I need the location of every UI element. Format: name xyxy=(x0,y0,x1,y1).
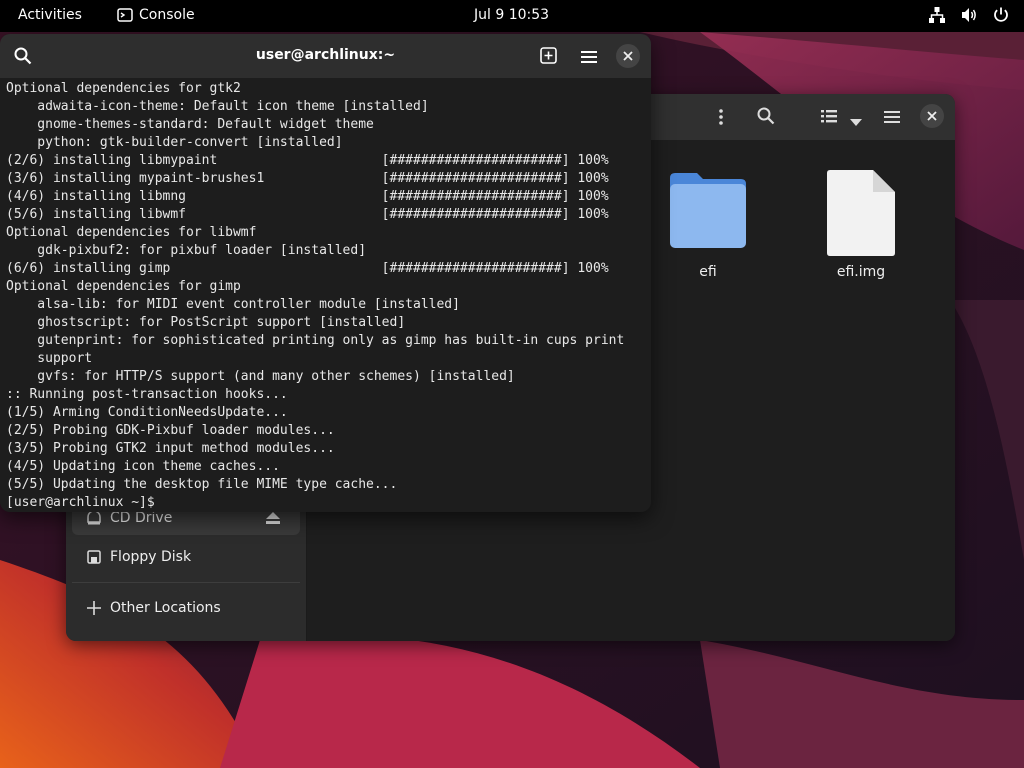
terminal-line: adwaita-icon-theme: Default icon theme [… xyxy=(6,99,429,114)
activities-button[interactable]: Activities xyxy=(18,7,82,23)
close-icon xyxy=(920,104,944,128)
terminal-line: (4/5) Updating icon theme caches... xyxy=(6,459,280,474)
terminal-line: [user@archlinux ~]$ xyxy=(6,495,163,510)
terminal-line: (4/6) installing libmng [###############… xyxy=(6,189,609,204)
app-menu-button[interactable]: Console xyxy=(117,7,195,23)
file-name: efi.img xyxy=(836,264,886,280)
terminal-line: (2/6) installing libmypaint [###########… xyxy=(6,153,609,168)
terminal-window[interactable]: user@archlinux:~ Optional dependencies f… xyxy=(0,34,651,512)
chevron-down-icon xyxy=(850,119,862,126)
hamburger-icon xyxy=(884,111,900,123)
eject-icon[interactable] xyxy=(266,512,280,524)
terminal-line: (5/5) Updating the desktop file MIME typ… xyxy=(6,477,398,492)
terminal-line: gvfs: for HTTP/S support (and many other… xyxy=(6,369,515,384)
sidebar-item-label: CD Drive xyxy=(110,510,173,526)
terminal-line: Optional dependencies for gimp xyxy=(6,279,241,294)
terminal-line: gdk-pixbuf2: for pixbuf loader [installe… xyxy=(6,243,367,258)
file-item-efi-folder[interactable]: efi xyxy=(663,170,753,280)
close-icon xyxy=(616,44,640,68)
clock-button[interactable]: Jul 9 10:53 xyxy=(474,7,549,23)
view-list-button[interactable] xyxy=(820,108,838,128)
terminal-output[interactable]: Optional dependencies for gtk2 adwaita-i… xyxy=(6,80,624,512)
files-search-button[interactable] xyxy=(757,107,775,129)
network-icon xyxy=(929,7,945,23)
file-item-efi-img[interactable]: efi.img xyxy=(816,170,906,280)
terminal-close-button[interactable] xyxy=(616,44,640,68)
view-options-dropdown[interactable] xyxy=(850,112,862,131)
path-menu-button[interactable] xyxy=(718,108,724,130)
power-icon xyxy=(994,7,1008,22)
terminal-line: (3/6) installing mypaint-brushes1 [#####… xyxy=(6,171,609,186)
terminal-line: (5/6) installing libwmf [###############… xyxy=(6,207,609,222)
files-close-button[interactable] xyxy=(920,104,944,128)
sidebar-item-other-locations[interactable]: Other Locations xyxy=(72,591,300,625)
terminal-line: alsa-lib: for MIDI event controller modu… xyxy=(6,297,460,312)
terminal-line: (6/6) installing gimp [#################… xyxy=(6,261,609,276)
terminal-line: Optional dependencies for gtk2 xyxy=(6,81,241,96)
terminal-line: Optional dependencies for libwmf xyxy=(6,225,257,240)
terminal-line: ghostscript: for PostScript support [ins… xyxy=(6,315,406,330)
sidebar-item-label: Other Locations xyxy=(110,600,221,616)
terminal-line: gutenprint: for sophisticated printing o… xyxy=(6,333,625,348)
floppy-disk-icon xyxy=(87,550,101,564)
system-tray[interactable] xyxy=(928,6,1010,24)
app-name-label: Console xyxy=(139,7,195,23)
terminal-header-bar: user@archlinux:~ xyxy=(0,34,651,78)
list-view-icon xyxy=(821,110,837,123)
top-bar: Activities Console Jul 9 10:53 xyxy=(0,0,1024,32)
sidebar-item-floppy-disk[interactable]: Floppy Disk xyxy=(72,540,300,574)
search-icon xyxy=(757,107,775,125)
document-icon xyxy=(827,170,895,256)
terminal-line: gnome-themes-standard: Default widget th… xyxy=(6,117,374,132)
terminal-menu-button[interactable] xyxy=(581,49,597,68)
file-name: efi xyxy=(699,264,717,280)
terminal-line: (1/5) Arming ConditionNeedsUpdate... xyxy=(6,405,288,420)
console-icon xyxy=(117,8,133,22)
cd-drive-icon xyxy=(87,510,101,525)
terminal-line: (2/5) Probing GDK-Pixbuf loader modules.… xyxy=(6,423,335,438)
sidebar-divider xyxy=(72,582,300,583)
terminal-line: :: Running post-transaction hooks... xyxy=(6,387,288,402)
new-tab-button[interactable] xyxy=(540,47,557,68)
sidebar-item-label: Floppy Disk xyxy=(110,549,192,565)
hamburger-icon xyxy=(581,51,597,63)
folder-icon xyxy=(670,173,746,248)
terminal-line: (3/5) Probing GTK2 input method modules.… xyxy=(6,441,335,456)
terminal-line: python: gtk-builder-convert [installed] xyxy=(6,135,343,150)
terminal-line: support xyxy=(6,351,93,366)
new-tab-icon xyxy=(540,47,557,64)
files-main-menu-button[interactable] xyxy=(884,109,900,128)
plus-icon xyxy=(87,601,101,615)
volume-icon xyxy=(962,8,976,22)
vertical-ellipsis-icon xyxy=(719,109,723,125)
